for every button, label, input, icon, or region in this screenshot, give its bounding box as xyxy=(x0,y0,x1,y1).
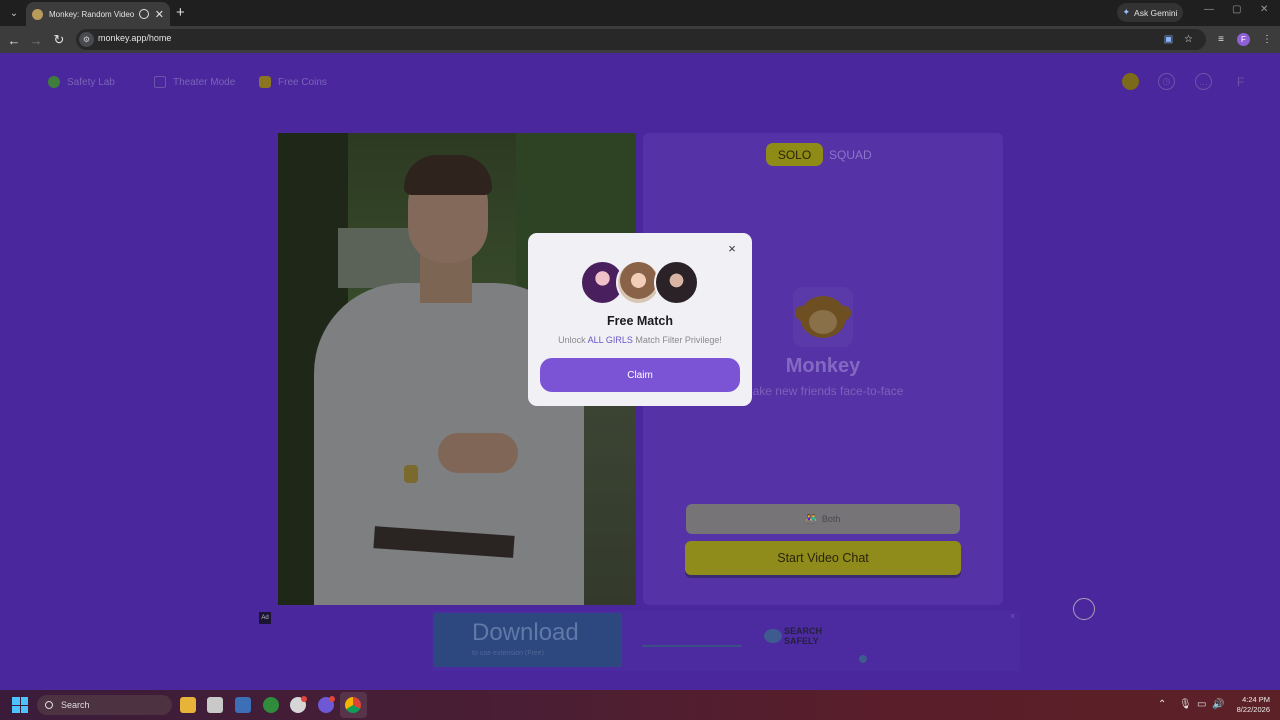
browser-menu-icon[interactable]: ⋮ xyxy=(1259,31,1275,47)
ad-download-subtext: to use extension (Free) xyxy=(472,650,544,657)
modal-close-icon[interactable]: × xyxy=(725,242,739,256)
site-info-icon[interactable]: ⚙ xyxy=(79,32,94,47)
windows-taskbar: Search ⌃ 🎙 ▭ 🔊 4:24 PM 8/22/2026 xyxy=(0,690,1280,720)
monkey-logo xyxy=(793,287,853,347)
ad-download-text: Download xyxy=(472,619,579,646)
nav-free-coins-label: Free Coins xyxy=(278,76,327,88)
coins-icon xyxy=(259,76,271,88)
mode-solo-toggle[interactable]: SOLO xyxy=(766,143,823,166)
ad-banner[interactable]: Download to use extension (Free) SEARCH … xyxy=(432,611,1020,671)
clock-date: 8/22/2026 xyxy=(1236,705,1270,714)
profile-avatar[interactable]: F xyxy=(1237,33,1250,46)
start-video-chat-button[interactable]: Start Video Chat xyxy=(685,541,961,575)
taskbar-search-label: Search xyxy=(61,700,90,710)
windows-start-icon[interactable] xyxy=(12,697,28,713)
audio-playing-icon[interactable] xyxy=(138,9,149,19)
modal-title: Free Match xyxy=(607,314,673,328)
ad-download-button[interactable]: Download to use extension (Free) xyxy=(434,613,622,667)
nav-free-coins[interactable]: Free Coins xyxy=(259,71,327,93)
avatar-stack xyxy=(580,260,704,306)
modal-subtitle: Unlock ALL GIRLS Match Filter Privilege! xyxy=(558,335,722,345)
nav-theater-mode-label: Theater Mode xyxy=(173,76,236,88)
browser-tab-monkey[interactable]: Monkey: Random Video Ch ✕ xyxy=(26,2,170,26)
browser-toolbar: ← → ↻ ⚙ monkey.app/home ▣ ☆ ≡ F ⋮ xyxy=(0,26,1280,53)
gender-filter-button[interactable]: 👫 Both xyxy=(686,504,960,534)
theater-mode-icon xyxy=(154,76,166,88)
coin-balance-icon[interactable] xyxy=(1122,73,1139,90)
ad-label: Ad xyxy=(259,612,271,624)
forward-arrow-icon[interactable]: → xyxy=(26,30,46,50)
search-safely-logo: SEARCH SAFELY xyxy=(784,626,823,646)
url-text[interactable]: monkey.app/home xyxy=(98,33,171,43)
maximize-icon[interactable]: ▢ xyxy=(1232,4,1241,15)
bookmark-star-icon[interactable]: ☆ xyxy=(1181,32,1196,47)
network-icon[interactable]: ▭ xyxy=(1197,699,1206,711)
volume-icon[interactable]: 🔊 xyxy=(1212,699,1224,711)
address-bar[interactable]: ⚙ monkey.app/home ▣ ☆ xyxy=(76,29,1206,50)
notification-badge xyxy=(301,696,307,702)
browser-tab-bar: ⌄ Monkey: Random Video Ch ✕ + ✦ Ask Gemi… xyxy=(0,0,1280,26)
new-tab-button[interactable]: + xyxy=(176,4,185,21)
chrome-icon[interactable] xyxy=(345,697,361,713)
monkey-favicon-icon xyxy=(32,8,43,20)
gemini-sparkle-icon: ✦ xyxy=(1122,7,1131,17)
search-icon xyxy=(45,701,53,709)
reading-list-icon[interactable]: ≡ xyxy=(1213,31,1229,47)
monkey-face-icon xyxy=(795,296,851,338)
tab-title: Monkey: Random Video Ch xyxy=(49,9,136,19)
microsoft-store-icon[interactable] xyxy=(207,697,223,713)
chat-bubble-icon[interactable]: … xyxy=(1195,73,1212,90)
search-safely-logo-icon xyxy=(764,629,782,643)
gender-filter-label: Both xyxy=(821,514,841,524)
people-icon: 👫 xyxy=(805,513,817,524)
camera-app-icon[interactable] xyxy=(235,697,251,713)
nav-theater-mode[interactable]: Theater Mode xyxy=(154,71,235,93)
minimize-icon[interactable]: — xyxy=(1204,4,1214,15)
file-explorer-icon[interactable] xyxy=(180,697,196,713)
nav-safety-lab[interactable]: Safety Lab xyxy=(48,71,115,93)
user-profile-initial[interactable]: F xyxy=(1232,73,1249,90)
cast-icon[interactable]: ▣ xyxy=(1161,32,1176,47)
shield-icon xyxy=(48,76,60,88)
tab-close-icon[interactable]: ✕ xyxy=(155,8,164,21)
avatar xyxy=(654,260,699,305)
window-close-icon[interactable]: ✕ xyxy=(1260,4,1268,15)
ask-gemini-label: Ask Gemini xyxy=(1134,7,1178,18)
back-arrow-icon[interactable]: ← xyxy=(4,30,24,50)
clock-time: 4:24 PM xyxy=(1242,695,1270,704)
nav-safety-lab-label: Safety Lab xyxy=(67,76,115,88)
modal-subtitle-highlight: ALL GIRLS xyxy=(587,335,633,345)
loading-spinner-icon xyxy=(1073,598,1095,620)
notification-badge xyxy=(329,696,335,702)
history-clock-icon[interactable]: ◷ xyxy=(1158,73,1175,90)
tab-search-chevron-icon[interactable]: ⌄ xyxy=(5,4,23,22)
free-match-modal: × Free Match Unlock ALL GIRLS Match Filt… xyxy=(528,233,752,406)
system-clock[interactable]: 4:24 PM 8/22/2026 xyxy=(1226,695,1270,715)
xbox-icon[interactable] xyxy=(263,697,279,713)
microphone-icon[interactable]: 🎙 xyxy=(1179,699,1192,711)
reload-icon[interactable]: ↻ xyxy=(49,30,69,50)
ad-close-icon[interactable]: × xyxy=(1010,611,1015,621)
tray-overflow-chevron-icon[interactable]: ⌃ xyxy=(1158,699,1166,711)
claim-button[interactable]: Claim xyxy=(540,358,740,392)
taskbar-search-box[interactable]: Search xyxy=(37,695,172,715)
mode-squad-toggle[interactable]: SQUAD xyxy=(829,143,872,166)
ask-gemini-button[interactable]: ✦ Ask Gemini xyxy=(1117,3,1183,22)
